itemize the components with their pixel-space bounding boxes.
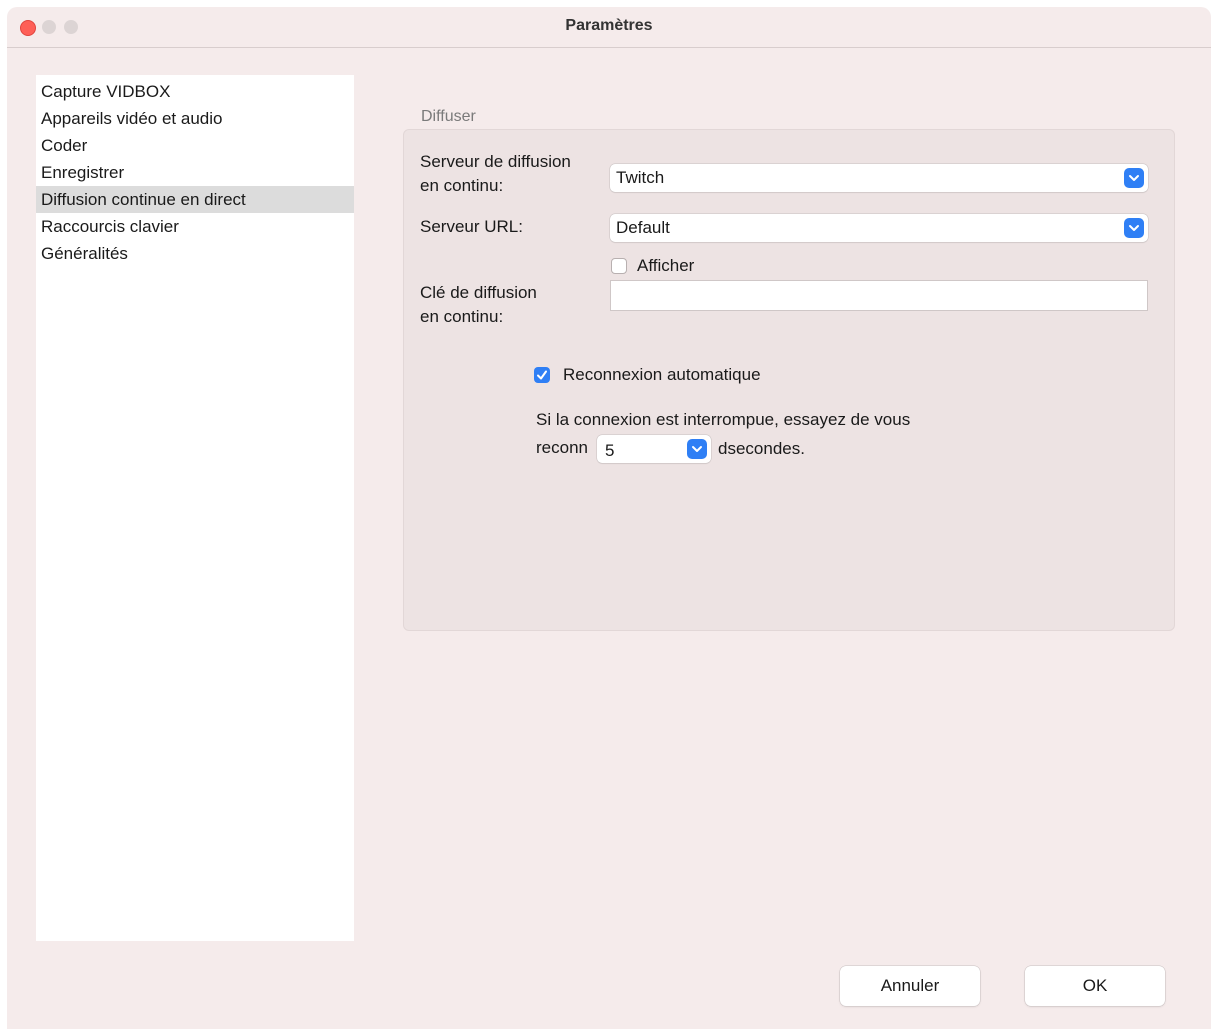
sidebar-item-live-streaming[interactable]: Diffusion continue en direct — [36, 186, 354, 213]
title-bar: Paramètres — [7, 7, 1211, 48]
settings-window: Paramètres Capture VIDBOX Appareils vidé… — [7, 7, 1211, 1029]
streaming-server-select[interactable]: Twitch — [610, 164, 1148, 192]
ok-button[interactable]: OK — [1025, 966, 1165, 1006]
group-title: Diffuser — [421, 108, 476, 125]
show-key-checkbox[interactable] — [611, 258, 627, 274]
cancel-button[interactable]: Annuler — [840, 966, 980, 1006]
sidebar-item-capture-vidbox[interactable]: Capture VIDBOX — [36, 78, 354, 105]
retry-description: Si la connexion est interrompue, essayez… — [536, 410, 911, 429]
stream-key-label: Clé de diffusion en continu: — [420, 283, 537, 326]
sidebar-item-general[interactable]: Généralités — [36, 240, 354, 267]
sidebar-item-record[interactable]: Enregistrer — [36, 159, 354, 186]
sidebar-item-encode[interactable]: Coder — [36, 132, 354, 159]
window-title: Paramètres — [565, 17, 653, 34]
server-url-value: Default — [616, 218, 670, 237]
auto-reconnect-checkbox[interactable] — [534, 367, 550, 383]
server-url-label: Serveur URL: — [420, 217, 523, 236]
chevron-down-icon — [1124, 168, 1144, 188]
sidebar-item-video-audio-devices[interactable]: Appareils vidéo et audio — [36, 105, 354, 132]
server-label: Serveur de diffusion en continu: — [420, 152, 571, 195]
settings-sidebar: Capture VIDBOX Appareils vidéo et audio … — [36, 75, 354, 941]
stream-settings-group — [403, 129, 1175, 631]
show-key-label: Afficher — [637, 256, 695, 275]
retry-description-prefix: reconn — [536, 438, 588, 457]
stream-key-input[interactable] — [610, 280, 1148, 311]
retry-unit-label: dsecondes. — [718, 439, 805, 458]
retry-delay-value: 5 — [605, 441, 615, 460]
retry-delay-select[interactable]: 5 — [597, 435, 711, 463]
sidebar-item-keyboard-shortcuts[interactable]: Raccourcis clavier — [36, 213, 354, 240]
chevron-down-icon — [687, 439, 707, 459]
streaming-server-value: Twitch — [616, 168, 665, 187]
server-url-select[interactable]: Default — [610, 214, 1148, 242]
auto-reconnect-label: Reconnexion automatique — [563, 365, 761, 384]
chevron-down-icon — [1124, 218, 1144, 238]
